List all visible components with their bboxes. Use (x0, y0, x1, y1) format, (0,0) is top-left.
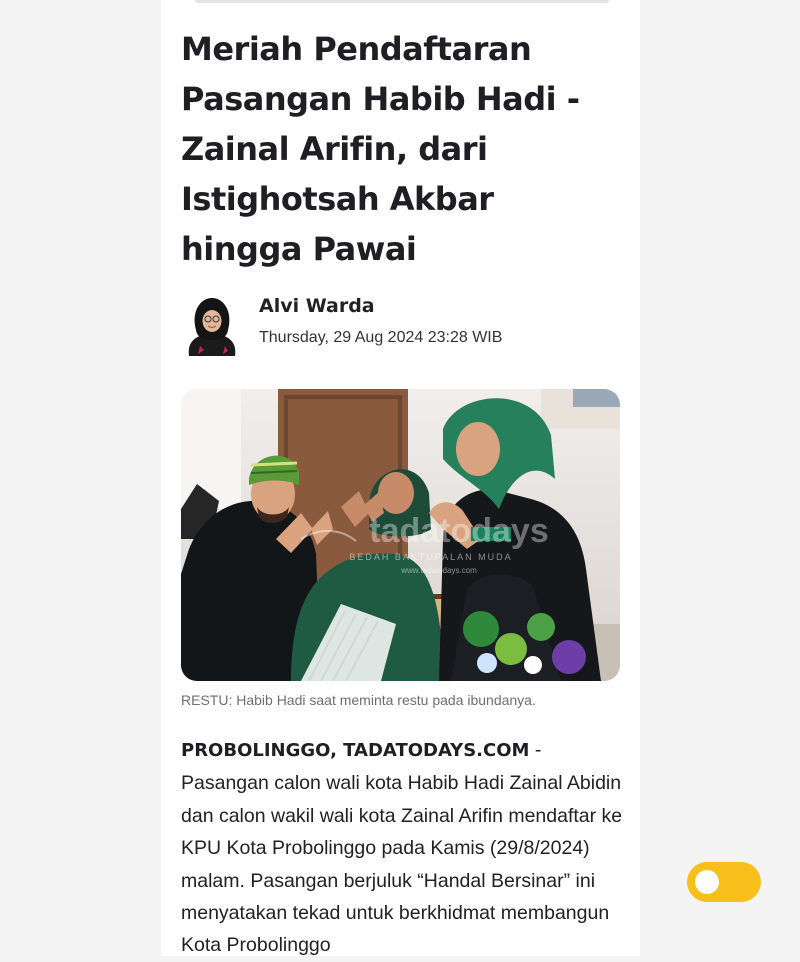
author-avatar-icon (188, 298, 236, 356)
article-photo-image: tadatodays BEDAH BAKTUPALAN MUDA www.tad… (181, 389, 620, 681)
toggle-switch-icon (695, 870, 719, 894)
theme-toggle[interactable] (687, 862, 761, 902)
top-divider (195, 0, 609, 3)
author-avatar[interactable] (183, 294, 241, 358)
article-title: Meriah Pendaftaran Pasangan Habib Hadi -… (181, 30, 580, 268)
dateline-separator: - (529, 739, 542, 761)
publish-date: Thursday, 29 Aug 2024 23:28 WIB (259, 329, 503, 346)
photo-watermark: tadatodays (369, 512, 549, 550)
article-paragraph: Pasangan calon wali kota Habib Hadi Zain… (181, 772, 623, 957)
author-name[interactable]: Alvi Warda (259, 295, 375, 317)
article-dateline: PROBOLINGGO, TADATODAYS.COM (181, 740, 530, 761)
photo-caption: RESTU: Habib Hadi saat meminta restu pad… (181, 692, 536, 708)
article-photo[interactable]: tadatodays BEDAH BAKTUPALAN MUDA www.tad… (181, 389, 620, 681)
photo-watermark-url: www.tadatodays.com (400, 566, 477, 575)
article-body: PROBOLINGGO, TADATODAYS.COM - Pasangan c… (181, 734, 625, 962)
article-column: Meriah Pendaftaran Pasangan Habib Hadi -… (161, 0, 640, 956)
photo-watermark-tagline: BEDAH BAKTUPALAN MUDA (349, 552, 512, 562)
